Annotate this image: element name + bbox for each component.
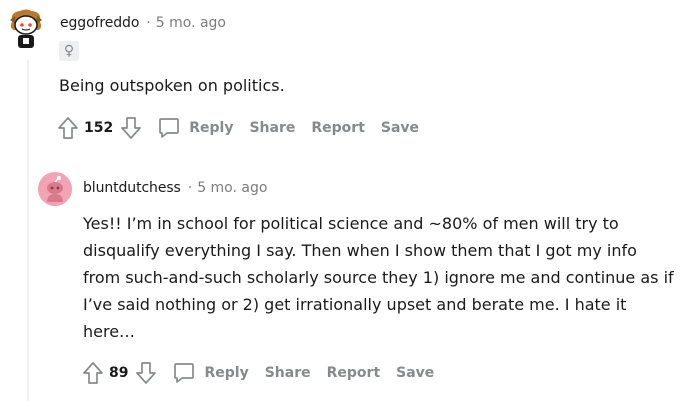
report-button[interactable]: Report [311, 120, 365, 136]
upvote-button[interactable] [56, 114, 80, 142]
downvote-icon [136, 362, 157, 384]
comment-meta: bluntdutchess · 5 mo. ago [83, 180, 267, 196]
meta-separator: · [187, 180, 193, 196]
upvote-icon [58, 117, 78, 139]
comment-bubble-icon [174, 363, 195, 383]
user-flair: ♀ [59, 41, 79, 61]
meta-separator: · [146, 15, 151, 31]
user-avatar-eggofreddo[interactable] [8, 8, 44, 52]
share-button[interactable]: Share [265, 365, 311, 381]
female-symbol-icon: ♀ [63, 43, 75, 59]
reply-label: Reply [204, 365, 249, 381]
user-avatar-bluntdutchess[interactable] [38, 172, 72, 206]
reply-label: Reply [189, 120, 234, 136]
share-button[interactable]: Share [249, 120, 295, 136]
vote-score: 89 [109, 365, 129, 381]
reply-button[interactable]: Reply [157, 116, 233, 140]
upvote-button[interactable] [81, 359, 105, 387]
save-button[interactable]: Save [396, 365, 434, 381]
report-button[interactable]: Report [327, 365, 381, 381]
upvote-icon [83, 362, 103, 384]
comment-body: Being outspoken on politics. [59, 76, 285, 95]
downvote-button[interactable] [119, 114, 143, 142]
comment-bubble-icon [159, 118, 180, 138]
username-link[interactable]: bluntdutchess [83, 180, 181, 196]
comment-meta: eggofreddo · 5 mo. ago [60, 15, 226, 31]
comment-actions: 152 Reply Share Report Save [56, 114, 419, 142]
username-link[interactable]: eggofreddo [60, 15, 139, 31]
timestamp-link[interactable]: 5 mo. ago [197, 180, 267, 196]
vote-score: 152 [84, 120, 114, 136]
comment-actions: 89 Reply Share Report Save [81, 359, 434, 387]
downvote-button[interactable] [134, 359, 158, 387]
comment-body: Yes!! I’m in school for political scienc… [83, 214, 674, 341]
reply-button[interactable]: Reply [172, 361, 249, 385]
timestamp-link[interactable]: 5 mo. ago [156, 15, 226, 31]
save-button[interactable]: Save [381, 120, 419, 136]
thread-line[interactable] [27, 60, 29, 401]
downvote-icon [121, 117, 142, 139]
